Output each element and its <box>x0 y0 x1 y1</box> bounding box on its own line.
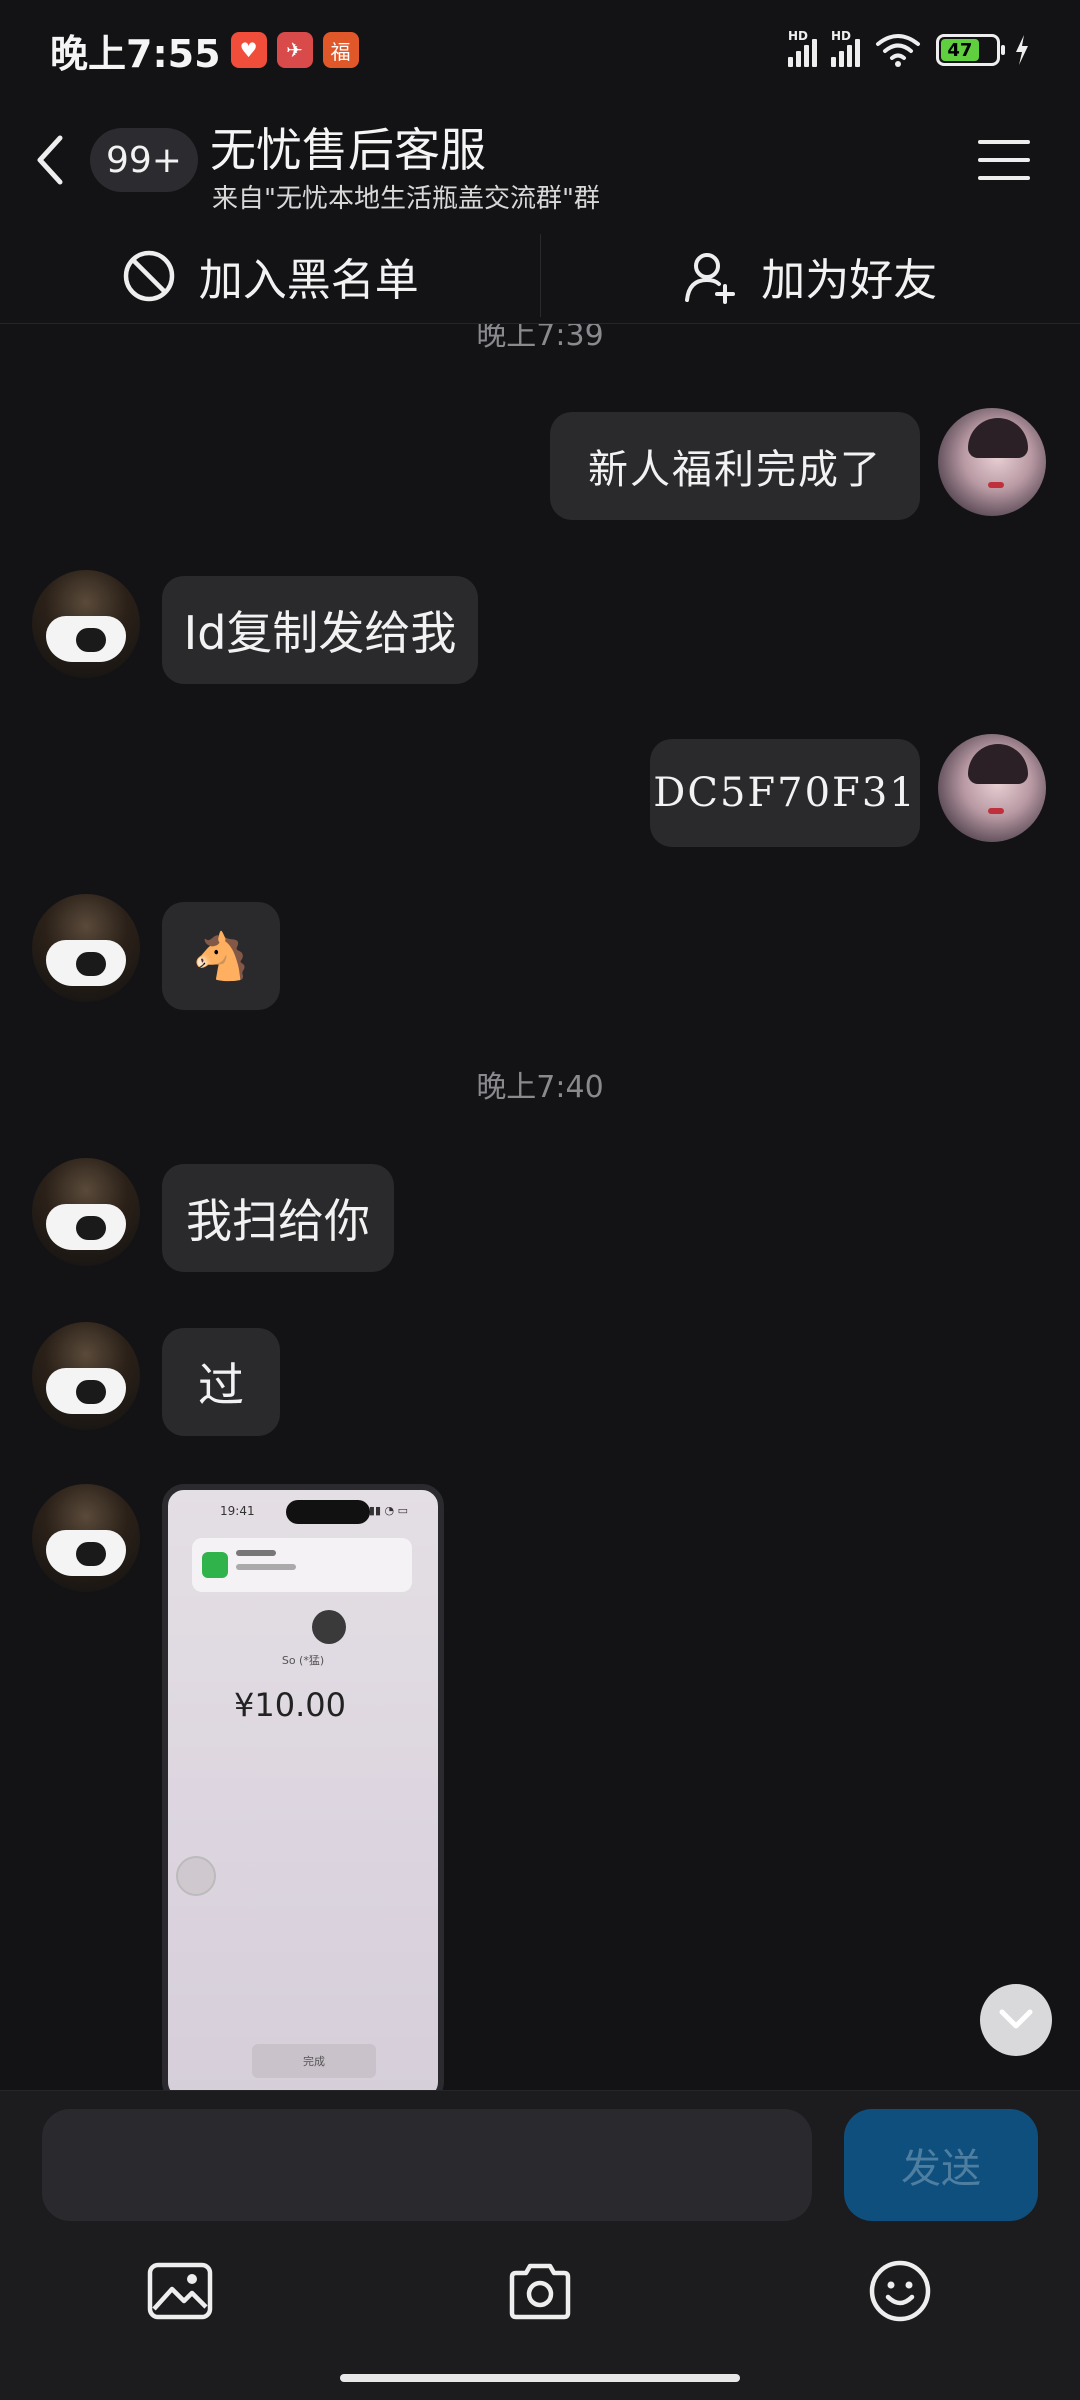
contact-avatar[interactable] <box>32 1322 140 1430</box>
timestamp: 晚上7:40 <box>476 1070 604 1105</box>
phone-time: 19:41 <box>220 1504 255 1518</box>
add-friend-button[interactable]: 加为好友 <box>541 228 1080 323</box>
network-label: HD <box>788 29 809 43</box>
signal-icon: HD <box>788 29 817 67</box>
message-list[interactable]: 晚上7:39 新人福利完成了 Id复制发给我 DC5F70F31 🐴 晚上7:4… <box>0 324 1080 2090</box>
message-bubble-other[interactable]: 我扫给你 <box>162 1164 394 1272</box>
contact-avatar[interactable] <box>32 1158 140 1266</box>
unread-count-badge[interactable]: 99+ <box>90 128 198 192</box>
add-friend-label: 加为好友 <box>761 254 938 306</box>
chat-screen: 晚上7:55 ♥ ✈ 福 HD HD 47 99+ 无忧售后客服 来自"无忧本地… <box>0 0 1080 2400</box>
status-bar: 晚上7:55 ♥ ✈ 福 HD HD 47 <box>0 0 1080 100</box>
payee-avatar <box>312 1610 346 1644</box>
message-bubble-self[interactable]: DC5F70F31 <box>650 739 920 847</box>
payment-amount: ¥10.00 <box>234 1686 346 1724</box>
add-friend-icon <box>685 252 736 304</box>
message-bubble-other[interactable]: Id复制发给我 <box>162 576 478 684</box>
chevron-down-icon <box>999 2009 1033 2029</box>
message-bubble-other[interactable]: 🐴 <box>162 902 280 1010</box>
app-notification-icon: 福 <box>322 32 359 68</box>
timestamp: 晚上7:39 <box>476 324 604 353</box>
action-bar: 加入黑名单 加为好友 <box>0 228 1080 324</box>
send-button[interactable]: 发送 <box>844 2109 1038 2221</box>
image-icon <box>147 2262 213 2320</box>
camera-icon <box>509 2263 571 2320</box>
scroll-to-bottom-button[interactable] <box>980 1984 1052 2056</box>
my-avatar[interactable] <box>938 734 1046 842</box>
emoji-button[interactable] <box>860 2251 940 2331</box>
signal-icon: HD <box>831 29 860 67</box>
payment-notification <box>192 1538 412 1592</box>
app-notification-icon: ♥ <box>230 32 267 68</box>
home-indicator[interactable] <box>340 2374 740 2382</box>
emoji-icon <box>869 2260 931 2322</box>
menu-button[interactable] <box>978 140 1030 180</box>
block-label: 加入黑名单 <box>198 254 419 306</box>
charging-icon <box>1016 35 1028 65</box>
contact-avatar[interactable] <box>32 570 140 678</box>
menu-icon <box>978 140 1030 144</box>
chat-header: 99+ 无忧售后客服 来自"无忧本地生活瓶盖交流群"群 <box>0 100 1080 220</box>
image-message[interactable]: 19:41 ▮▮ ◔ ▭ So (*猛) ¥10.00 完成 <box>162 1484 444 2090</box>
assistive-touch-icon <box>176 1856 216 1896</box>
phone-notch <box>286 1500 370 1524</box>
chat-title: 无忧售后客服 <box>210 123 486 177</box>
block-icon <box>123 250 174 301</box>
back-icon <box>37 135 63 185</box>
status-right: HD HD 47 <box>788 29 1030 68</box>
battery-icon: 47 <box>936 34 1005 66</box>
image-button[interactable] <box>140 2251 220 2331</box>
contact-avatar[interactable] <box>32 894 140 1002</box>
done-button-in-image: 完成 <box>252 2044 376 2078</box>
status-left: 晚上7:55 ♥ ✈ 福 <box>50 23 359 78</box>
payee-name: So (*猛) <box>281 1654 325 1667</box>
wechat-icon <box>202 1552 228 1578</box>
wifi-icon <box>876 34 920 67</box>
composer: 发送 <box>0 2090 1080 2400</box>
message-bubble-other[interactable]: 过 <box>162 1328 280 1436</box>
network-label: HD <box>831 29 852 43</box>
status-time: 晚上7:55 <box>50 31 221 76</box>
message-input[interactable] <box>42 2109 812 2221</box>
camera-button[interactable] <box>500 2251 580 2331</box>
battery-level: 47 <box>941 39 979 61</box>
contact-avatar[interactable] <box>32 1484 140 1592</box>
my-avatar[interactable] <box>938 408 1046 516</box>
back-button[interactable] <box>30 128 80 192</box>
message-bubble-self[interactable]: 新人福利完成了 <box>550 412 920 520</box>
block-button[interactable]: 加入黑名单 <box>0 228 540 323</box>
app-notification-icon: ✈ <box>276 32 313 68</box>
chat-subtitle: 来自"无忧本地生活瓶盖交流群"群 <box>212 184 600 214</box>
phone-status-icons: ▮▮ ◔ ▭ <box>368 1504 408 1517</box>
